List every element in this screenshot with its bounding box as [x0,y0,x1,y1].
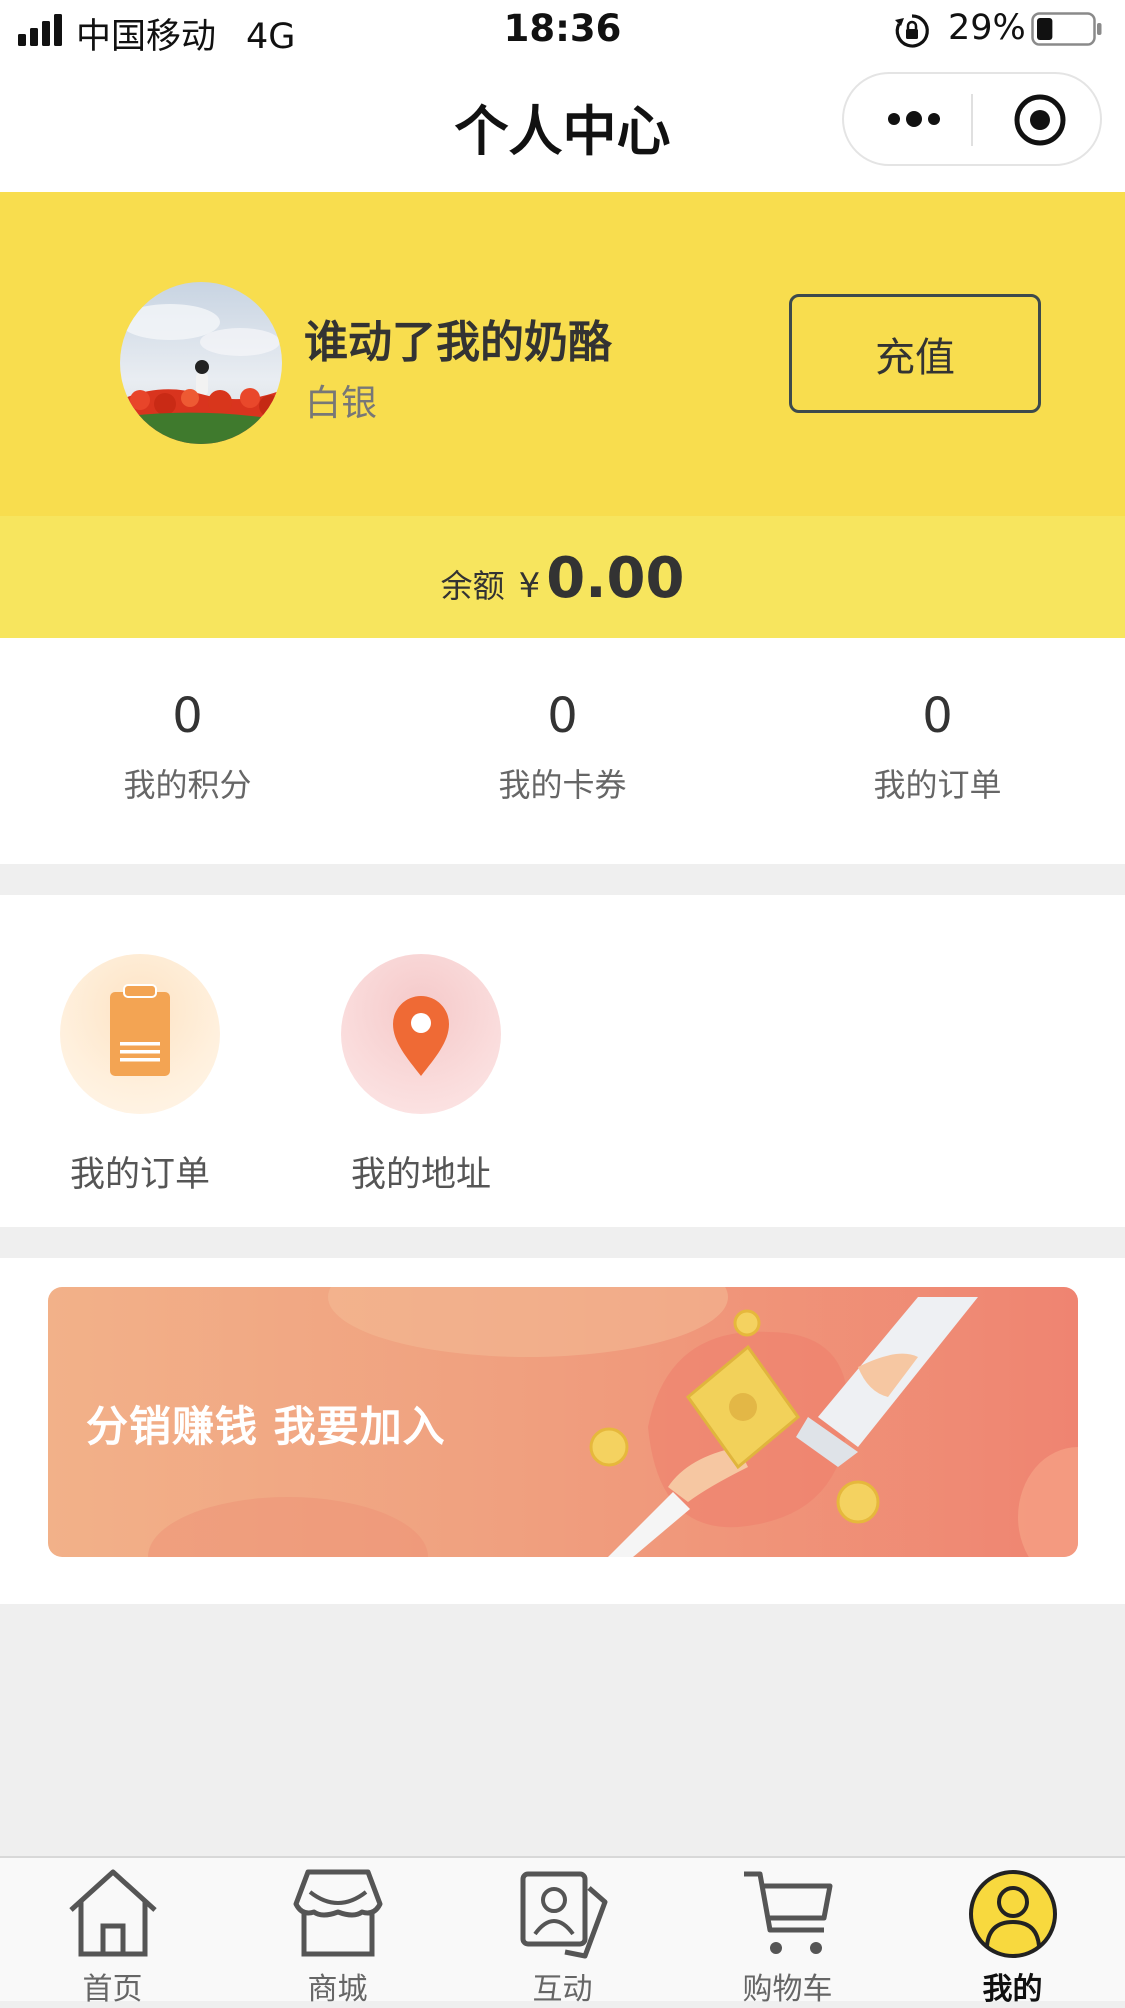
stat-value: 0 [547,688,578,744]
tab-label: 互动 [532,1972,593,2007]
tab-mine[interactable]: 我的 [900,1858,1125,2007]
battery-icon [1031,12,1102,46]
battery-percent: 29% [948,8,1026,48]
user-icon [969,1870,1057,1958]
clipboard-icon [110,984,170,1076]
stat-value: 0 [172,688,203,744]
member-level: 白银 [305,383,378,424]
tab-label: 购物车 [742,1972,833,2007]
tab-home[interactable]: 首页 [0,1858,225,2007]
home-icon [69,1869,157,1957]
contact-card-icon [520,1871,608,1959]
stat-points[interactable]: 0 我的积分 [0,680,375,806]
stat-orders[interactable]: 0 我的订单 [750,680,1125,806]
stat-label: 我的积分 [123,766,252,804]
more-dots-icon[interactable] [884,104,944,134]
tab-cart[interactable]: 购物车 [675,1858,900,2007]
shortcut-orders[interactable] [60,954,220,1114]
shortcut-label: 我的订单 [69,1155,210,1195]
balance-label: 余额 [440,567,505,605]
tab-label: 商城 [307,1972,368,2007]
banner-text: 分销赚钱 我要加入 [86,1402,446,1451]
stat-label: 我的卡券 [498,766,627,804]
tab-mall[interactable]: 商城 [225,1858,450,2007]
recharge-button[interactable]: 充值 [789,294,1041,413]
stat-value: 0 [922,688,953,744]
stat-coupons[interactable]: 0 我的卡券 [375,680,750,806]
capsule-divider [971,94,973,146]
location-pin-icon [393,996,449,1076]
balance-value: 0.00 [546,546,685,611]
shortcut-icon-bg [341,954,501,1114]
rotation-lock-icon [895,14,929,48]
currency-symbol: ¥ [518,566,541,606]
tab-label: 我的 [982,1972,1043,2007]
avatar-photo [120,282,282,444]
tab-interact[interactable]: 互动 [450,1858,675,2007]
shortcut-label: 我的地址 [350,1155,491,1195]
tab-label: 首页 [82,1972,143,2007]
username: 谁动了我的奶酪 [304,317,612,368]
cart-icon [744,1871,833,1954]
store-icon [293,1869,383,1957]
balance: 余额 ¥0.00 [0,546,1125,611]
shortcut-address[interactable] [341,954,501,1114]
shortcut-icon-bg [60,954,220,1114]
close-target-icon[interactable] [1012,92,1068,148]
avatar[interactable] [120,282,282,444]
stat-label: 我的订单 [873,766,1002,804]
